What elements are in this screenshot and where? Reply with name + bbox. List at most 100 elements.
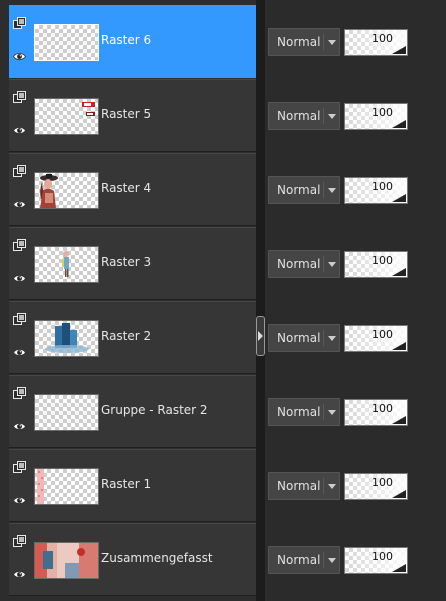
opacity-slider[interactable]: 100: [344, 29, 408, 56]
layer-name: Raster 1: [101, 477, 152, 491]
layer-stack-icon: [13, 163, 26, 177]
layer-stack-icon: [13, 89, 26, 103]
eye-icon[interactable]: [13, 270, 26, 283]
chevron-down-icon: [328, 484, 336, 489]
eye-icon[interactable]: [13, 196, 26, 209]
blend-mode-label: Normal: [277, 331, 321, 345]
layer-row[interactable]: Raster 6: [9, 5, 256, 78]
layer-row[interactable]: Raster 2: [9, 301, 256, 374]
layer-row[interactable]: Raster 3: [9, 227, 256, 300]
layer-thumbnail: [34, 246, 99, 283]
layer-thumbnail: [34, 172, 99, 209]
opacity-value: 100: [372, 180, 393, 193]
opacity-slider[interactable]: 100: [344, 473, 408, 500]
eye-icon[interactable]: [13, 344, 26, 357]
layer-stack-icon: [13, 385, 26, 399]
layer-name: Raster 4: [101, 181, 152, 195]
layer-name: Raster 3: [101, 255, 152, 269]
layer-name: Zusammengefasst: [101, 551, 213, 565]
opacity-value: 100: [372, 476, 393, 489]
blend-mode-label: Normal: [277, 553, 321, 567]
layer-thumbnail: [34, 320, 99, 357]
layer-name: Gruppe - Raster 2: [101, 403, 208, 417]
layer-name: Raster 5: [101, 107, 152, 121]
blend-mode-label: Normal: [277, 109, 321, 123]
opacity-value: 100: [372, 550, 393, 563]
dropdown-divider: [323, 404, 324, 420]
opacity-ramp-icon: [392, 416, 406, 424]
dropdown-divider: [323, 108, 324, 124]
layer-name: Raster 2: [101, 329, 152, 343]
blend-mode-dropdown[interactable]: Normal: [268, 176, 340, 204]
chevron-right-icon: [258, 331, 263, 341]
opacity-value: 100: [372, 106, 393, 119]
layer-name: Raster 6: [101, 33, 152, 47]
blend-mode-label: Normal: [277, 479, 321, 493]
opacity-slider[interactable]: 100: [344, 399, 408, 426]
opacity-ramp-icon: [392, 342, 406, 350]
blend-mode-label: Normal: [277, 183, 321, 197]
opacity-value: 100: [372, 254, 393, 267]
layer-row[interactable]: Raster 4: [9, 153, 256, 226]
chevron-down-icon: [328, 558, 336, 563]
dropdown-divider: [323, 182, 324, 198]
layer-row[interactable]: Raster 1: [9, 449, 256, 522]
layer-thumbnail: [34, 24, 99, 61]
opacity-slider[interactable]: 100: [344, 325, 408, 352]
blend-mode-dropdown[interactable]: Normal: [268, 546, 340, 574]
opacity-value: 100: [372, 402, 393, 415]
opacity-ramp-icon: [392, 194, 406, 202]
opacity-value: 100: [372, 32, 393, 45]
eye-icon[interactable]: [13, 492, 26, 505]
opacity-slider[interactable]: 100: [344, 103, 408, 130]
blend-mode-dropdown[interactable]: Normal: [268, 28, 340, 56]
opacity-ramp-icon: [392, 120, 406, 128]
layer-stack-icon: [13, 237, 26, 251]
opacity-ramp-icon: [392, 490, 406, 498]
opacity-ramp-icon: [392, 46, 406, 54]
layer-thumbnail: [34, 394, 99, 431]
chevron-down-icon: [328, 40, 336, 45]
opacity-ramp-icon: [392, 564, 406, 572]
panel-splitter[interactable]: [256, 0, 265, 601]
layer-list-panel: Raster 6 Raster 5 Raster 4 Raster 3 Raster 2…: [0, 0, 256, 601]
eye-icon[interactable]: [13, 48, 26, 61]
layer-properties-panel: Normal 100 Normal 100 Normal 100 Normal 100 Norm…: [265, 0, 446, 601]
blend-mode-label: Normal: [277, 35, 321, 49]
blend-mode-dropdown[interactable]: Normal: [268, 398, 340, 426]
chevron-down-icon: [328, 336, 336, 341]
opacity-slider[interactable]: 100: [344, 547, 408, 574]
blend-mode-dropdown[interactable]: Normal: [268, 250, 340, 278]
layer-thumbnail: [34, 468, 99, 505]
eye-icon[interactable]: [13, 122, 26, 135]
chevron-down-icon: [328, 410, 336, 415]
splitter-handle[interactable]: [256, 316, 265, 356]
dropdown-divider: [323, 34, 324, 50]
dropdown-divider: [323, 552, 324, 568]
opacity-slider[interactable]: 100: [344, 177, 408, 204]
opacity-value: 100: [372, 328, 393, 341]
dropdown-divider: [323, 478, 324, 494]
layer-stack-icon: [13, 459, 26, 473]
layer-row[interactable]: Raster 5: [9, 79, 256, 152]
layer-stack-icon: [13, 311, 26, 325]
dropdown-divider: [323, 256, 324, 272]
layer-row[interactable]: Gruppe - Raster 2: [9, 375, 256, 448]
layer-stack-icon: [13, 533, 26, 547]
eye-icon[interactable]: [13, 566, 26, 579]
layer-stack-icon: [13, 15, 26, 29]
blend-mode-label: Normal: [277, 405, 321, 419]
layer-row[interactable]: Zusammengefasst: [9, 523, 256, 596]
layer-thumbnail: [34, 98, 99, 135]
chevron-down-icon: [328, 262, 336, 267]
blend-mode-dropdown[interactable]: Normal: [268, 324, 340, 352]
blend-mode-dropdown[interactable]: Normal: [268, 102, 340, 130]
dropdown-divider: [323, 330, 324, 346]
chevron-down-icon: [328, 114, 336, 119]
blend-mode-dropdown[interactable]: Normal: [268, 472, 340, 500]
eye-icon[interactable]: [13, 418, 26, 431]
chevron-down-icon: [328, 188, 336, 193]
opacity-slider[interactable]: 100: [344, 251, 408, 278]
blend-mode-label: Normal: [277, 257, 321, 271]
layer-thumbnail: [34, 542, 99, 579]
